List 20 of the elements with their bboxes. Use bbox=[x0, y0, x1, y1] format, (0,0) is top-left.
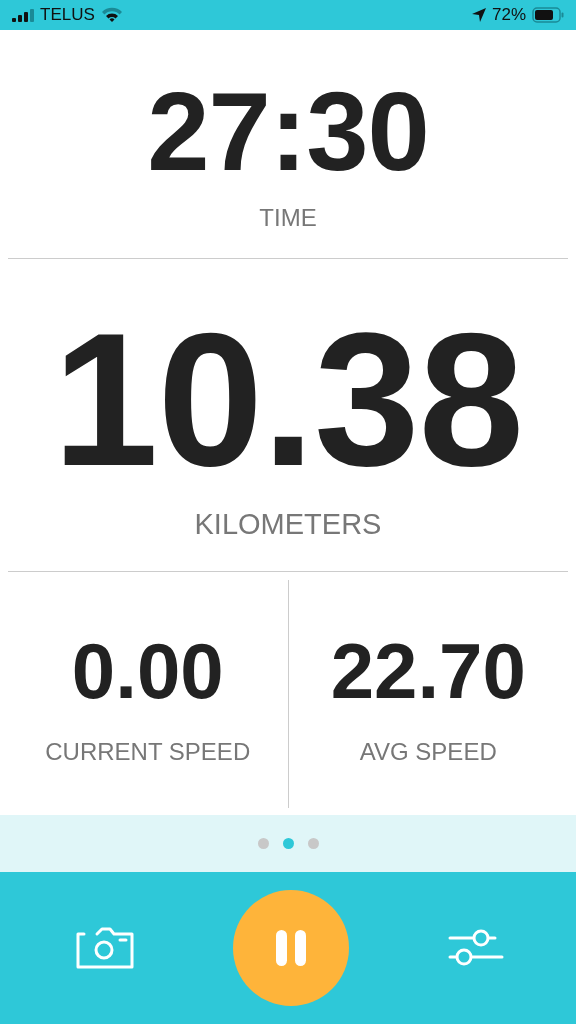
time-value: 27:30 bbox=[147, 76, 429, 188]
sliders-icon[interactable] bbox=[448, 928, 504, 968]
speed-value: 22.70 bbox=[330, 632, 526, 710]
signal-icon bbox=[12, 8, 34, 22]
distance-value: 10.38 bbox=[52, 303, 524, 494]
speed-label: AVG SPEED bbox=[359, 738, 497, 766]
battery-icon bbox=[532, 7, 564, 23]
speed-label: CURRENT SPEED bbox=[45, 738, 251, 766]
location-arrow-icon bbox=[471, 8, 486, 22]
time-label: TIME bbox=[259, 204, 317, 232]
pause-icon bbox=[274, 928, 308, 968]
carrier-name: TELUS bbox=[40, 5, 95, 25]
camera-icon[interactable] bbox=[76, 927, 134, 969]
speed-value: 0.00 bbox=[71, 632, 224, 710]
distance-label: KILOMETERS bbox=[194, 507, 382, 541]
wifi-icon bbox=[100, 7, 123, 23]
page-dot[interactable] bbox=[257, 838, 269, 849]
battery-percentage: 72% bbox=[491, 5, 526, 25]
page-dot[interactable] bbox=[307, 838, 319, 849]
page-dot[interactable] bbox=[282, 838, 294, 849]
